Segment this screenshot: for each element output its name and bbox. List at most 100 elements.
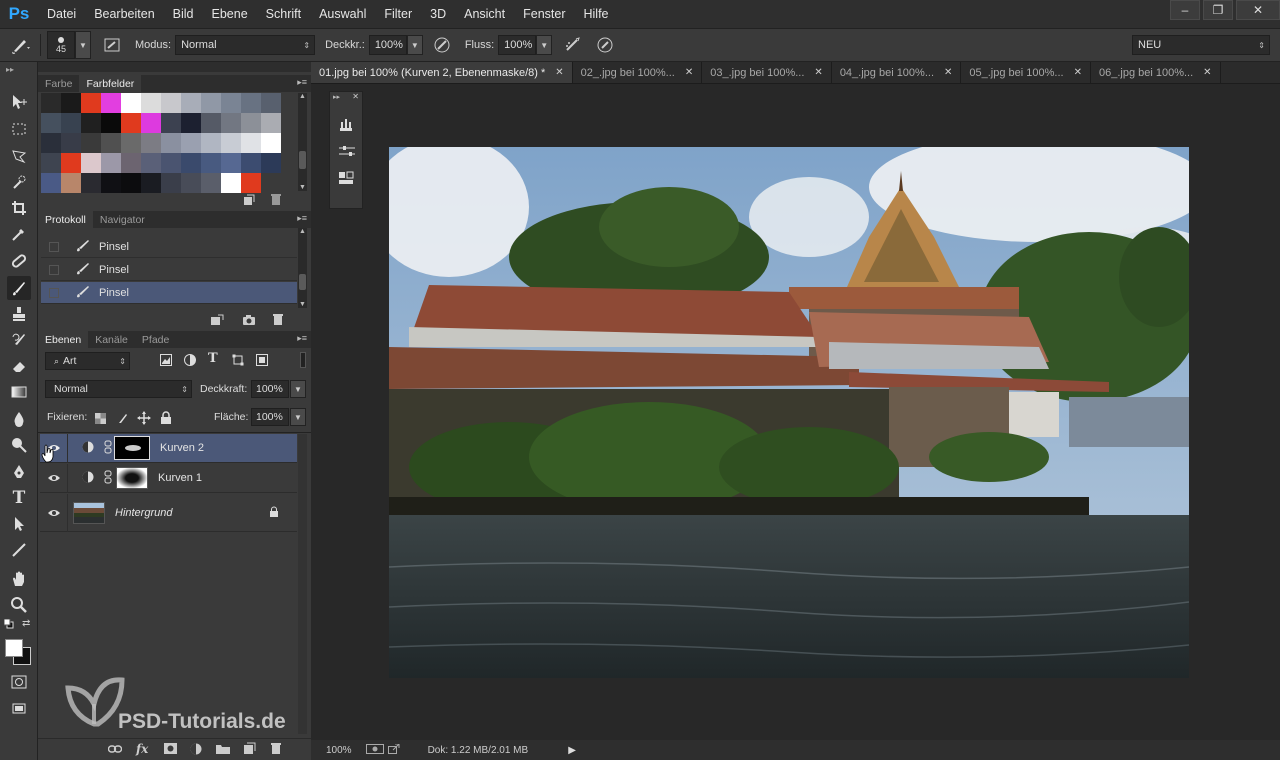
visibility-eye-icon[interactable] <box>40 493 68 532</box>
color-swatch[interactable] <box>121 153 141 173</box>
brush-preset-icon[interactable] <box>8 33 34 57</box>
color-swatch[interactable] <box>221 173 241 193</box>
healing-brush-tool-icon[interactable] <box>7 249 31 273</box>
color-swatch[interactable] <box>141 173 161 193</box>
color-swatch[interactable] <box>101 133 121 153</box>
color-swatch[interactable] <box>241 93 261 113</box>
panel-menu-icon[interactable]: ▸≡ <box>297 77 307 88</box>
layer-row-hintergrund[interactable]: Hintergrund <box>40 493 297 532</box>
color-swatch[interactable] <box>61 133 81 153</box>
link-layers-icon[interactable] <box>107 744 123 757</box>
type-tool-icon[interactable]: T <box>7 486 31 510</box>
minimize-button[interactable]: – <box>1170 0 1200 20</box>
history-snapshot-checkbox[interactable] <box>49 264 59 275</box>
flow-slider-button[interactable]: ▼ <box>536 35 553 55</box>
color-swatch[interactable] <box>41 153 61 173</box>
quick-selection-tool-icon[interactable] <box>7 170 31 194</box>
adjustments-sliders-icon[interactable] <box>338 144 356 161</box>
color-swatch[interactable] <box>161 93 181 113</box>
default-colors-icon[interactable] <box>3 618 14 629</box>
color-swatch[interactable] <box>201 113 221 133</box>
lasso-tool-icon[interactable] <box>7 144 31 168</box>
panel-menu-icon[interactable]: ▸≡ <box>297 333 307 344</box>
menu-item[interactable]: Filter <box>375 0 421 28</box>
clone-stamp-tool-icon[interactable] <box>7 302 31 326</box>
color-swatch[interactable] <box>241 133 261 153</box>
zoom-level[interactable]: 100% <box>326 745 352 756</box>
close-button[interactable]: ✕ <box>1236 0 1280 20</box>
color-swatch[interactable] <box>221 153 241 173</box>
history-item[interactable]: Pinsel <box>41 236 297 258</box>
pen-tool-icon[interactable] <box>7 460 31 484</box>
dodge-tool-icon[interactable] <box>7 433 31 457</box>
close-tab-icon[interactable]: ✕ <box>685 67 693 78</box>
lock-pixels-icon[interactable] <box>116 411 130 428</box>
layer-filter-select[interactable]: ⌕ Art ⇕ <box>45 352 130 370</box>
status-menu-arrow-icon[interactable]: ▶ <box>568 745 576 756</box>
filter-shape-icon[interactable] <box>232 354 244 369</box>
color-swatch[interactable] <box>41 173 61 193</box>
color-swatch[interactable] <box>241 153 261 173</box>
document-tab[interactable]: 02_.jpg bei 100%... ✕ <box>573 62 703 83</box>
workspace-select[interactable]: NEU ⇕ <box>1132 35 1270 55</box>
menu-item[interactable]: 3D <box>421 0 455 28</box>
new-swatch-icon[interactable] <box>243 194 255 209</box>
color-swatch[interactable] <box>261 113 281 133</box>
history-scrollbar[interactable]: ▲ ▼ <box>298 228 307 308</box>
color-swatch[interactable] <box>161 113 181 133</box>
history-snapshot-checkbox[interactable] <box>49 287 59 298</box>
color-swatch[interactable] <box>181 173 201 193</box>
close-tab-icon[interactable]: ✕ <box>1074 67 1082 78</box>
menu-item[interactable]: Auswahl <box>310 0 375 28</box>
lock-all-icon[interactable] <box>160 411 172 428</box>
tab-pfade[interactable]: Pfade <box>135 331 176 348</box>
color-swatch[interactable] <box>41 133 61 153</box>
color-swatch[interactable] <box>221 133 241 153</box>
pressure-opacity-icon[interactable] <box>429 33 455 57</box>
color-swatch[interactable] <box>141 93 161 113</box>
close-tab-icon[interactable]: ✕ <box>814 67 822 78</box>
new-layer-icon[interactable] <box>243 742 256 758</box>
color-swatch[interactable] <box>141 113 161 133</box>
lock-transparency-icon[interactable] <box>95 413 106 427</box>
panel-menu-icon[interactable]: ▸≡ <box>297 213 307 224</box>
expand-icon[interactable]: ▸▸ <box>333 93 340 101</box>
color-swatch[interactable] <box>141 133 161 153</box>
color-swatch[interactable] <box>121 93 141 113</box>
color-swatch[interactable] <box>101 173 121 193</box>
tab-farbfelder[interactable]: Farbfelder <box>79 75 142 92</box>
menu-item[interactable]: Ansicht <box>455 0 514 28</box>
color-swatch[interactable] <box>241 173 261 193</box>
crop-tool-icon[interactable] <box>7 196 31 220</box>
brush-presets-icon[interactable] <box>338 116 354 135</box>
layer-row-kurven-1[interactable]: Kurven 1 <box>40 463 297 493</box>
history-item[interactable]: Pinsel <box>41 259 297 281</box>
history-item[interactable]: Pinsel <box>41 282 297 304</box>
menu-item[interactable]: Bild <box>164 0 203 28</box>
scroll-down-icon[interactable]: ▼ <box>299 184 306 191</box>
filter-toggle[interactable] <box>300 352 306 368</box>
pressure-size-icon[interactable] <box>592 33 618 57</box>
color-swatch[interactable] <box>241 113 261 133</box>
color-swatch[interactable] <box>61 93 81 113</box>
gradient-tool-icon[interactable] <box>7 380 31 404</box>
layer-mask-thumbnail[interactable] <box>114 436 150 460</box>
color-swatch[interactable] <box>101 153 121 173</box>
close-icon[interactable]: ✕ <box>352 92 359 101</box>
menu-item[interactable]: Ebene <box>203 0 257 28</box>
color-swatch[interactable] <box>201 93 221 113</box>
color-swatch[interactable] <box>181 153 201 173</box>
color-swatch[interactable] <box>261 153 281 173</box>
tab-farbe[interactable]: Farbe <box>38 75 79 92</box>
lock-position-icon[interactable] <box>137 411 151 428</box>
color-swatch[interactable] <box>81 153 101 173</box>
eyedropper-tool-icon[interactable] <box>7 222 31 246</box>
move-tool-icon[interactable] <box>7 90 31 114</box>
filter-pixel-icon[interactable] <box>160 354 172 369</box>
fx-icon[interactable]: fx <box>136 742 148 756</box>
color-swatch[interactable] <box>121 113 141 133</box>
swap-colors-icon[interactable]: ⇄ <box>22 618 30 629</box>
color-swatch[interactable] <box>81 93 101 113</box>
layer-row-kurven-2[interactable]: Kurven 2 <box>40 433 297 463</box>
close-tab-icon[interactable]: ✕ <box>555 67 563 78</box>
